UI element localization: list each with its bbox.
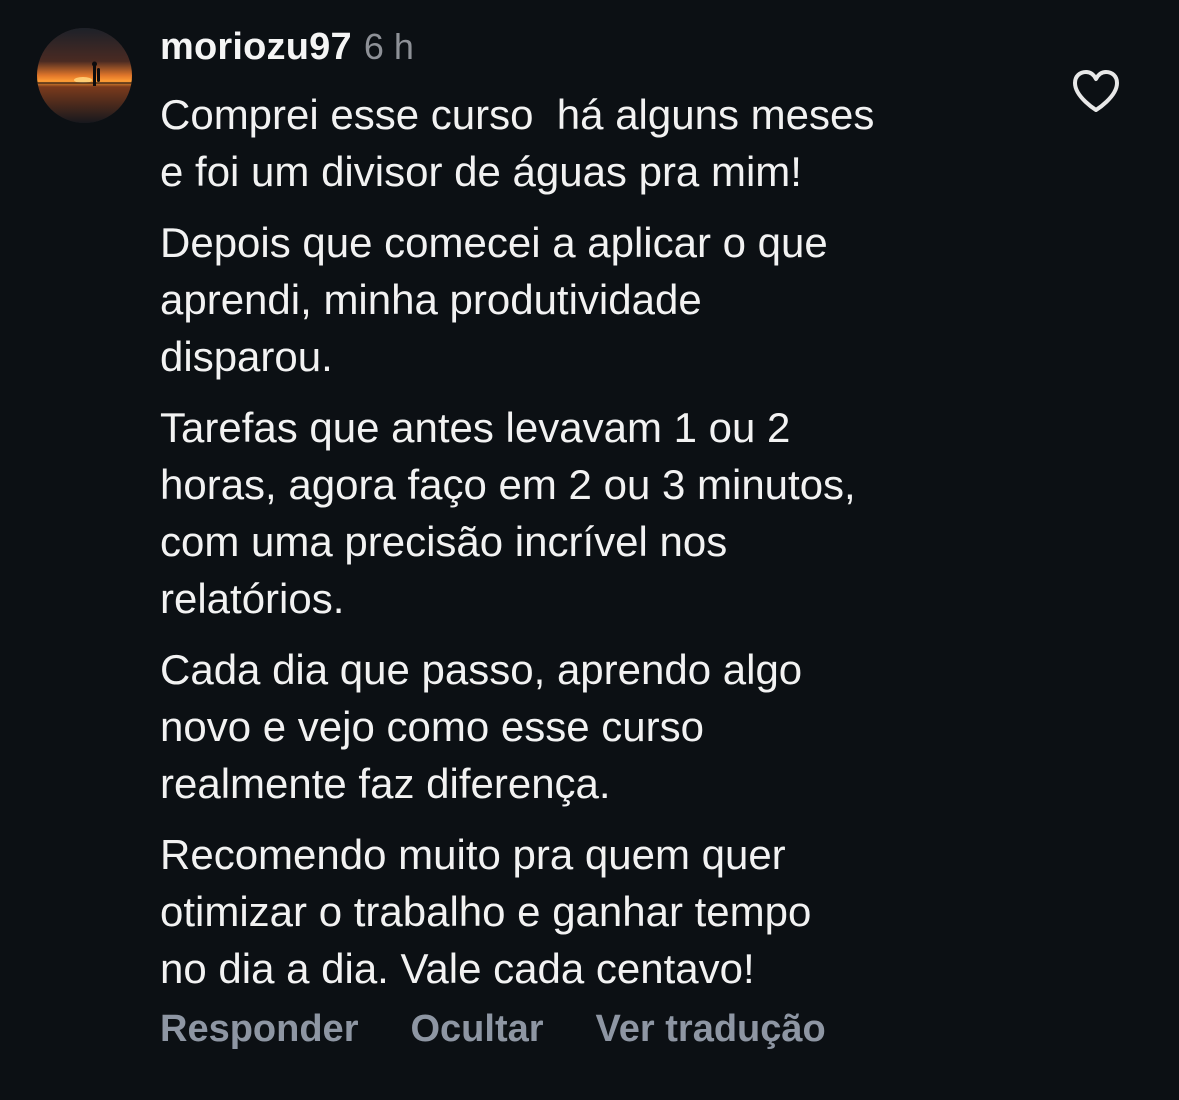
translate-button[interactable]: Ver tradução: [596, 1008, 826, 1051]
comment-paragraph: Comprei esse curso há alguns meses e foi…: [160, 91, 875, 195]
like-button[interactable]: [1071, 68, 1121, 114]
comment-header: moriozu97 6 h: [160, 26, 414, 76]
sunset-surfer-avatar-icon: [37, 28, 132, 123]
hide-button[interactable]: Ocultar: [410, 1008, 543, 1051]
username[interactable]: moriozu97: [160, 26, 352, 69]
comment-paragraph: Cada dia que passo, aprendo algo novo e …: [160, 646, 803, 807]
comment-paragraph: Tarefas que antes levavam 1 ou 2 horas, …: [160, 404, 856, 622]
comment-body: Comprei esse curso há alguns meses e foi…: [160, 86, 1040, 1011]
reply-button[interactable]: Responder: [160, 1008, 358, 1051]
heart-icon: [1073, 70, 1119, 112]
comment-paragraph: Recomendo muito pra quem quer otimizar o…: [160, 831, 812, 992]
comment-actions: Responder Ocultar Ver tradução: [160, 1008, 826, 1051]
comment: moriozu97 6 h Comprei esse curso há algu…: [0, 0, 1179, 1100]
comment-paragraph: Depois que comecei a aplicar o que apren…: [160, 219, 828, 380]
avatar[interactable]: [37, 28, 132, 123]
timestamp: 6 h: [363, 26, 414, 67]
